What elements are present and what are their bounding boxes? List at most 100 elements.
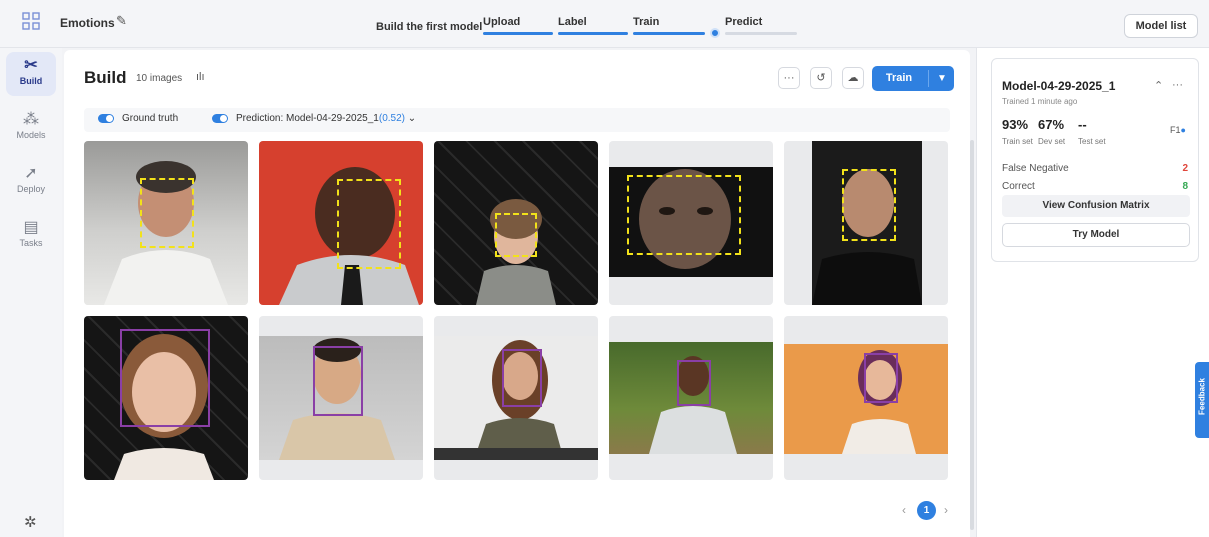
feedback-tab[interactable]: Feedback — [1195, 362, 1209, 438]
image-tile[interactable] — [609, 316, 773, 480]
train-button-label: Train — [885, 72, 913, 84]
image-tile[interactable] — [609, 141, 773, 305]
nav-item-label: Tasks — [19, 238, 43, 248]
rocket-icon: ➚ — [24, 165, 38, 182]
app-window: Emotions ✎ Build the first model Upload … — [0, 0, 1209, 537]
image-grid — [84, 141, 950, 481]
image-tile[interactable] — [434, 316, 598, 480]
chevron-left-icon[interactable]: ‹ — [902, 503, 906, 517]
chevron-down-icon: ⌄ — [407, 113, 417, 124]
prediction-box[interactable] — [677, 360, 711, 406]
image-tile[interactable] — [259, 141, 423, 305]
cloud-upload-icon: ☁ — [847, 72, 859, 84]
step-label[interactable]: Label — [558, 16, 587, 28]
nav-item-label: Build — [19, 76, 43, 86]
main-scrollbar[interactable] — [970, 140, 974, 530]
ground-truth-box[interactable] — [627, 175, 741, 255]
nav-item-tasks[interactable]: ▤ Tasks — [6, 214, 56, 258]
correct-label: Correct — [1002, 181, 1035, 192]
train-set-label: Train set — [1002, 137, 1033, 146]
f1-label: F1 — [1170, 125, 1181, 135]
project-name: Emotions — [60, 16, 115, 30]
prediction-box[interactable] — [864, 353, 898, 403]
feedback-label: Feedback — [1197, 378, 1207, 415]
tasks-icon: ▤ — [23, 219, 39, 236]
step-upload-bar — [483, 32, 553, 35]
chevron-right-icon[interactable]: › — [944, 503, 948, 517]
ground-truth-box[interactable] — [495, 213, 537, 257]
image-tile[interactable] — [784, 141, 948, 305]
progress-marker — [710, 28, 720, 38]
prediction-box[interactable] — [313, 346, 363, 416]
nav-item-build[interactable]: ✂ Build — [6, 52, 56, 96]
prediction-box[interactable] — [120, 329, 210, 427]
ground-truth-box[interactable] — [140, 178, 194, 248]
build-panel: Build 10 images ılı ··· ↺ ☁ Train ▼ Grou… — [64, 50, 970, 537]
view-confusion-matrix-button[interactable]: View Confusion Matrix — [1002, 195, 1190, 217]
false-negative-label: False Negative — [1002, 163, 1069, 174]
correct-count: 8 — [1182, 181, 1188, 192]
model-panel: Model-04-29-2025_1 Trained 1 minute ago … — [976, 48, 1209, 537]
ellipsis-icon[interactable]: ··· — [1172, 79, 1183, 91]
train-button[interactable]: Train ▼ — [872, 66, 954, 91]
info-icon: ● — [1180, 125, 1186, 135]
step-train[interactable]: Train — [633, 16, 659, 28]
left-sidebar: ✂ Build ⁂ Models ➚ Deploy ▤ Tasks — [0, 48, 62, 537]
model-card: Model-04-29-2025_1 Trained 1 minute ago … — [991, 58, 1199, 262]
image-tile[interactable] — [434, 141, 598, 305]
image-tile[interactable] — [84, 316, 248, 480]
top-bar: Emotions ✎ Build the first model Upload … — [0, 0, 1209, 48]
pagination: ‹ 1 › — [900, 501, 960, 521]
step-upload[interactable]: Upload — [483, 16, 520, 28]
dev-set-label: Dev set — [1038, 137, 1066, 146]
display-toggles: Ground truth Prediction: Model-04-29-202… — [84, 108, 950, 132]
f1-metric[interactable]: F1● — [1170, 125, 1186, 135]
prediction-score: (0.52) — [378, 113, 405, 124]
gear-icon[interactable]: ✲ — [24, 513, 37, 531]
step-label-bar — [558, 32, 628, 35]
page-button-current[interactable]: 1 — [917, 501, 936, 520]
nav-item-deploy[interactable]: ➚ Deploy — [6, 160, 56, 204]
app-logo-icon[interactable] — [22, 12, 42, 32]
chevron-up-icon[interactable]: ⌃ — [1154, 79, 1163, 92]
build-icon: ✂ — [24, 57, 38, 74]
image-tile[interactable] — [84, 141, 248, 305]
train-set-score: 93% — [1002, 117, 1029, 132]
ellipsis-icon: ··· — [783, 72, 795, 84]
train-button-divider — [928, 70, 929, 87]
try-model-button[interactable]: Try Model — [1002, 223, 1190, 247]
image-tile[interactable] — [259, 316, 423, 480]
nav-item-models[interactable]: ⁂ Models — [6, 106, 56, 150]
more-options-button[interactable]: ··· — [778, 67, 800, 89]
trained-time: Trained 1 minute ago — [1002, 97, 1078, 106]
chevron-down-icon[interactable]: ▼ — [930, 66, 954, 91]
step-train-bar — [633, 32, 705, 35]
image-tile[interactable] — [784, 316, 948, 480]
false-negative-count: 2 — [1182, 163, 1188, 174]
history-button[interactable]: ↺ — [810, 67, 832, 89]
ground-truth-box[interactable] — [842, 169, 896, 241]
step-predict[interactable]: Predict — [725, 16, 762, 28]
test-set-label: Test set — [1078, 137, 1106, 146]
ground-truth-toggle[interactable] — [98, 114, 114, 123]
model-list-button[interactable]: Model list — [1124, 14, 1198, 38]
model-name: Model-04-29-2025_1 — [1002, 79, 1116, 93]
step-predict-bar — [725, 32, 797, 35]
nav-item-label: Deploy — [16, 184, 45, 194]
build-first-model-label: Build the first model — [376, 21, 483, 33]
prediction-box[interactable] — [502, 349, 542, 407]
stats-bar-icon[interactable]: ılı — [196, 71, 205, 83]
prediction-dropdown[interactable]: Prediction: Model-04-29-2025_1(0.52) ⌄ — [236, 113, 416, 124]
dev-set-score: 67% — [1038, 117, 1065, 132]
cloud-upload-button[interactable]: ☁ — [842, 67, 864, 89]
edit-pencil-icon[interactable]: ✎ — [116, 13, 127, 29]
ground-truth-box[interactable] — [337, 179, 401, 269]
nav-item-label: Models — [16, 130, 46, 140]
models-icon: ⁂ — [23, 111, 39, 128]
ground-truth-label: Ground truth — [122, 113, 179, 124]
prediction-label: Prediction: Model-04-29-2025_1 — [236, 113, 379, 124]
prediction-toggle[interactable] — [212, 114, 228, 123]
page-title: Build — [84, 68, 127, 87]
history-icon: ↺ — [816, 72, 826, 84]
image-count: 10 images — [136, 73, 183, 84]
